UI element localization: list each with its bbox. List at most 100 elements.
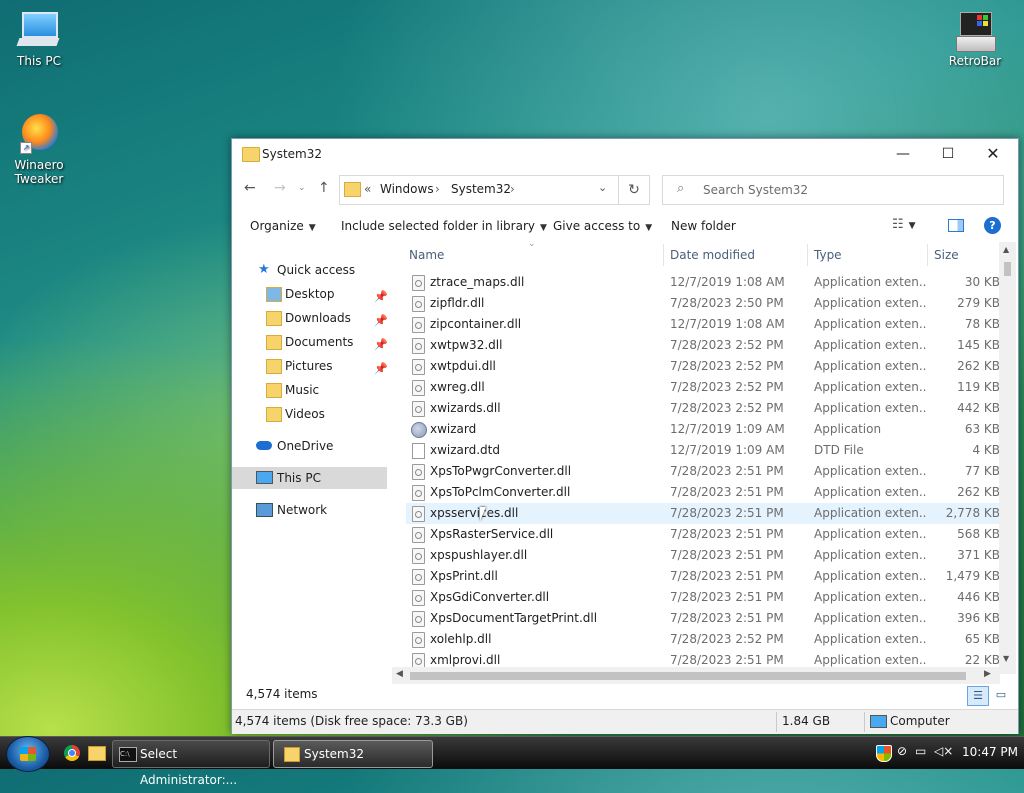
file-type: Application exten... xyxy=(814,317,926,331)
file-type: Application exten... xyxy=(814,569,926,583)
scroll-left-icon[interactable]: ◀ xyxy=(396,669,403,679)
include-in-library-button[interactable]: Include selected folder in library ▼ xyxy=(341,219,547,233)
dll-file-icon xyxy=(412,401,425,417)
file-row[interactable]: xwizard 12/7/2019 1:09 AM Application 63 KB xyxy=(406,419,1000,440)
taskbar-item-system32[interactable]: System32 xyxy=(273,740,433,768)
clock[interactable]: 10:47 PM xyxy=(962,745,1018,759)
dll-file-icon xyxy=(412,296,425,312)
file-name: xpspushlayer.dll xyxy=(430,548,528,562)
horizontal-scrollbar[interactable]: ◀ ▶ xyxy=(392,667,1000,684)
security-shield-icon[interactable] xyxy=(876,745,892,762)
file-size: 4 KB xyxy=(972,443,1000,457)
nav-documents[interactable]: Documents 📌 xyxy=(232,331,388,356)
scroll-up-icon[interactable]: ▲ xyxy=(1003,245,1009,254)
taskbar-item-cmd[interactable]: C:\ Select Administrator:... xyxy=(112,740,270,787)
file-size: 63 KB xyxy=(964,422,1000,436)
file-row[interactable]: zipfldr.dll 7/28/2023 2:50 PM Application … xyxy=(406,293,1000,314)
scroll-down-icon[interactable]: ▼ xyxy=(1003,654,1009,663)
give-access-button[interactable]: Give access to ▼ xyxy=(553,219,652,233)
nav-music[interactable]: Music xyxy=(232,379,387,401)
volume-muted-icon[interactable]: ◁× xyxy=(934,744,953,758)
file-type: DTD File xyxy=(814,443,864,457)
pin-icon[interactable]: 📌 xyxy=(374,334,388,356)
file-row[interactable]: XpsPrint.dll 7/28/2023 2:51 PM Application… xyxy=(406,566,1000,587)
details-view-icon[interactable]: ☰ xyxy=(967,686,989,706)
nav-desktop[interactable]: Desktop 📌 xyxy=(232,283,388,308)
file-row[interactable]: ztrace_maps.dll 12/7/2019 1:08 AM Applicat… xyxy=(406,272,1000,293)
file-row[interactable]: zipcontainer.dll 12/7/2019 1:08 AM Applica… xyxy=(406,314,1000,335)
search-box[interactable]: ⌕ Search System32 xyxy=(662,175,1004,205)
file-row[interactable]: xpsservices.dll 7/28/2023 2:51 PM Applicat… xyxy=(406,503,1000,524)
breadcrumb-system32[interactable]: System32 xyxy=(451,182,511,196)
file-row[interactable]: xwtpdui.dll 7/28/2023 2:52 PM Application … xyxy=(406,356,1000,377)
pin-icon[interactable]: 📌 xyxy=(374,310,388,332)
item-count: 4,574 items xyxy=(246,687,318,701)
title-bar[interactable]: System32 — ☐ ✕ xyxy=(232,139,1018,169)
file-row[interactable]: xwreg.dll 7/28/2023 2:52 PM Application ex… xyxy=(406,377,1000,398)
breadcrumb-overflow[interactable]: « xyxy=(364,182,371,196)
nav-network[interactable]: Network xyxy=(232,499,387,521)
file-row[interactable]: xolehlp.dll 7/28/2023 2:52 PM Application … xyxy=(406,629,1000,650)
nav-downloads[interactable]: Downloads 📌 xyxy=(232,307,388,332)
star-icon: ★ xyxy=(258,262,270,277)
file-row[interactable]: XpsToPclmConverter.dll 7/28/2023 2:51 PM A… xyxy=(406,482,1000,503)
file-size: 262 KB xyxy=(957,485,1000,499)
scroll-thumb[interactable] xyxy=(1004,262,1011,276)
dll-file-icon xyxy=(412,527,425,543)
file-row[interactable]: xpspushlayer.dll 7/28/2023 2:51 PM Applica… xyxy=(406,545,1000,566)
desktop-icon-retrobar[interactable]: RetroBar xyxy=(940,10,1010,68)
refresh-button[interactable]: ↻ xyxy=(618,176,649,204)
file-row[interactable]: xwizards.dll 7/28/2023 2:52 PM Application… xyxy=(406,398,1000,419)
recent-locations-chevron-icon[interactable]: ⌄ xyxy=(298,183,306,193)
maximize-button[interactable]: ☐ xyxy=(925,139,971,169)
scroll-right-icon[interactable]: ▶ xyxy=(984,669,991,679)
column-header-size[interactable]: Size xyxy=(934,242,959,268)
network-status-icon[interactable]: ▭ xyxy=(915,744,926,758)
preview-pane-icon[interactable] xyxy=(948,219,964,232)
desktop-icon-winaero-tweaker[interactable]: ↗ Winaero Tweaker xyxy=(4,114,74,186)
large-icons-view-icon[interactable]: ▭ xyxy=(991,686,1011,704)
start-button[interactable] xyxy=(6,736,50,772)
file-type: Application exten... xyxy=(814,590,926,604)
nav-this-pc[interactable]: This PC xyxy=(232,467,387,489)
file-type: Application exten... xyxy=(814,359,926,373)
file-explorer-icon[interactable] xyxy=(88,746,106,761)
vertical-scrollbar[interactable]: ▲ ▼ xyxy=(999,242,1016,674)
column-header-type[interactable]: Type xyxy=(814,242,842,268)
file-row[interactable]: xwizard.dtd 12/7/2019 1:09 AM DTD File 4 KB xyxy=(406,440,1000,461)
nav-onedrive[interactable]: OneDrive xyxy=(232,435,387,457)
file-name: xpsservices.dll xyxy=(430,506,519,520)
cloud-icon xyxy=(256,441,272,450)
file-row[interactable]: XpsGdiConverter.dll 7/28/2023 2:51 PM Appl… xyxy=(406,587,1000,608)
column-header-date[interactable]: Date modified xyxy=(670,242,755,268)
pin-icon[interactable]: 📌 xyxy=(374,358,388,380)
network-disabled-icon[interactable]: ⊘ xyxy=(897,744,907,758)
address-dropdown-icon[interactable]: ⌄ xyxy=(598,181,607,194)
pin-icon[interactable]: 📌 xyxy=(374,286,388,308)
back-arrow-icon[interactable]: ← xyxy=(244,180,256,196)
breadcrumb-windows[interactable]: Windows xyxy=(380,182,434,196)
file-type: Application exten... xyxy=(814,527,926,541)
nav-quick-access[interactable]: ★ Quick access xyxy=(232,259,387,281)
new-folder-button[interactable]: New folder xyxy=(671,219,736,233)
nav-videos[interactable]: Videos xyxy=(232,403,387,425)
minimize-button[interactable]: — xyxy=(880,139,926,169)
desktop-icon-this-pc[interactable]: This PC xyxy=(4,10,74,68)
address-bar[interactable]: « Windows › System32 › ⌄ ↻ xyxy=(339,175,650,205)
taskbar: C:\ Select Administrator:... System32 ⊘ … xyxy=(0,736,1024,787)
forward-arrow-icon[interactable]: → xyxy=(274,180,286,196)
file-row[interactable]: XpsDocumentTargetPrint.dll 7/28/2023 2:51… xyxy=(406,608,1000,629)
chrome-icon[interactable] xyxy=(64,745,80,761)
nav-pictures[interactable]: Pictures 📌 xyxy=(232,355,388,380)
file-row[interactable]: XpsToPwgrConverter.dll 7/28/2023 2:51 PM A… xyxy=(406,461,1000,482)
scroll-thumb[interactable] xyxy=(410,672,966,680)
file-row[interactable]: XpsRasterService.dll 7/28/2023 2:51 PM App… xyxy=(406,524,1000,545)
view-options-icon[interactable]: ☷ ▼ xyxy=(892,217,916,232)
file-row[interactable]: xwtpw32.dll 7/28/2023 2:52 PM Application … xyxy=(406,335,1000,356)
close-button[interactable]: ✕ xyxy=(970,139,1016,169)
organize-button[interactable]: Organize ▼ xyxy=(250,219,316,233)
help-icon[interactable]: ? xyxy=(984,217,1001,234)
file-name: xwreg.dll xyxy=(430,380,485,394)
up-arrow-icon[interactable]: ↑ xyxy=(318,180,330,196)
column-header-name[interactable]: Name xyxy=(409,242,444,268)
